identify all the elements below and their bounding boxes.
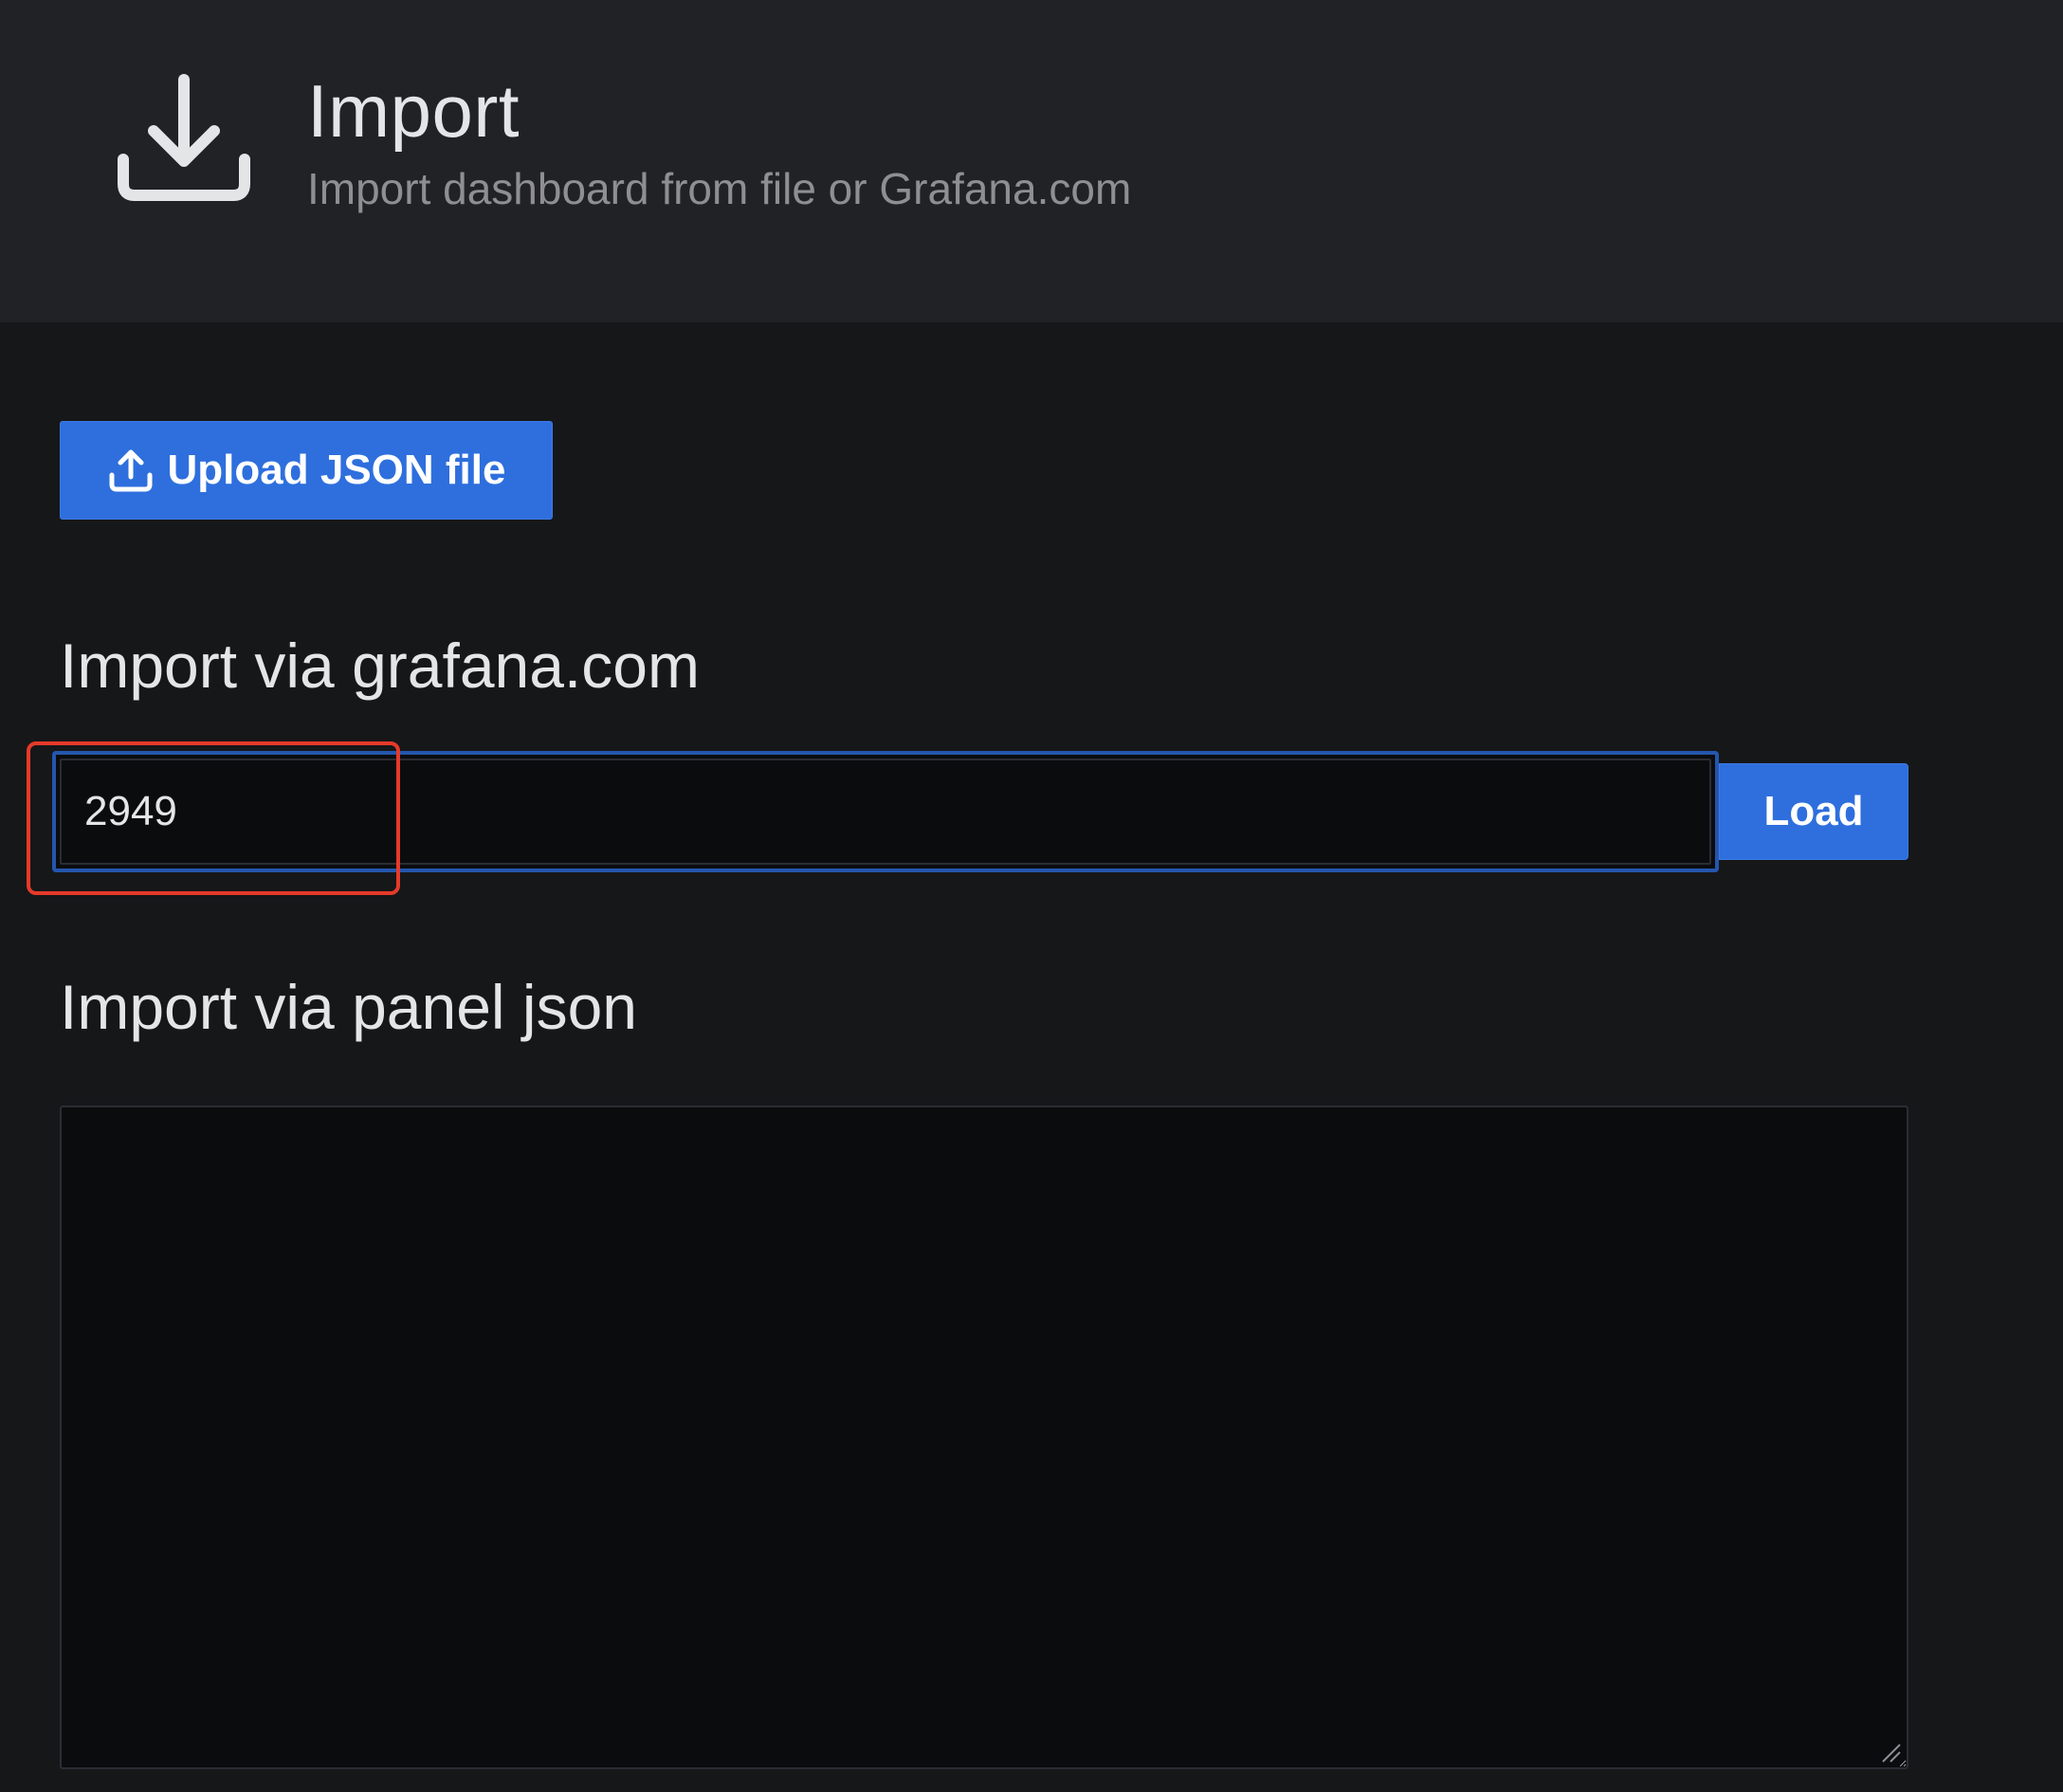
load-button[interactable]: Load	[1719, 763, 1908, 860]
page-subtitle: Import dashboard from file or Grafana.co…	[307, 164, 1132, 213]
import-page: Import Import dashboard from file or Gra…	[0, 0, 2063, 1792]
download-icon	[118, 74, 250, 201]
upload-button-label: Upload JSON file	[167, 447, 506, 493]
page-header: Import Import dashboard from file or Gra…	[0, 0, 2063, 322]
page-title: Import	[307, 69, 520, 153]
panel-json-heading: Import via panel json	[60, 972, 637, 1042]
upload-json-file-button[interactable]: Upload JSON file	[60, 421, 553, 520]
upload-icon	[109, 449, 153, 492]
grafana-com-id-input[interactable]	[60, 759, 1711, 865]
resize-handle-icon[interactable]	[1877, 1739, 1902, 1764]
panel-json-textarea[interactable]	[60, 1106, 1908, 1769]
grafana-com-heading: Import via grafana.com	[60, 631, 700, 701]
grafana-com-input-wrapper	[52, 751, 1719, 872]
